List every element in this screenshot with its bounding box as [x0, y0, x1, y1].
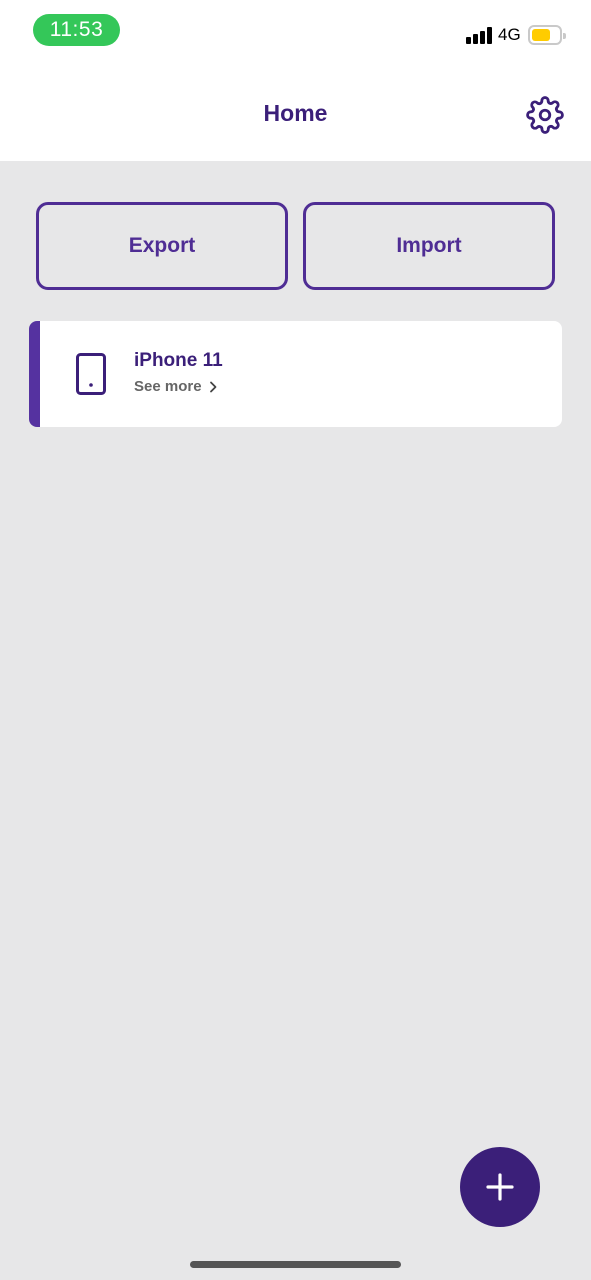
signal-bars-icon: [466, 27, 492, 44]
plus-icon: [486, 1173, 514, 1201]
network-type: 4G: [498, 25, 521, 44]
add-device-button[interactable]: [460, 1147, 540, 1227]
home-screen: 11:53 4G Home Export Import iPhone 11 Se…: [0, 0, 591, 1280]
export-button[interactable]: Export: [36, 202, 288, 290]
card-accent-bar: [29, 321, 40, 427]
device-name: iPhone 11: [134, 350, 223, 371]
nav-header: Home: [0, 62, 591, 161]
chevron-right-icon: [209, 381, 216, 392]
import-button[interactable]: Import: [303, 202, 555, 290]
status-bar: 11:53 4G: [0, 0, 591, 62]
see-more-label: See more: [134, 378, 202, 395]
home-indicator[interactable]: [190, 1261, 401, 1268]
gear-icon[interactable]: [526, 96, 564, 134]
status-time: 11:53: [33, 14, 120, 46]
phone-icon: [76, 353, 106, 395]
battery-icon: [528, 25, 566, 45]
device-card[interactable]: iPhone 11 See more: [29, 321, 562, 427]
see-more-link[interactable]: See more: [134, 378, 217, 395]
page-title: Home: [263, 100, 328, 126]
